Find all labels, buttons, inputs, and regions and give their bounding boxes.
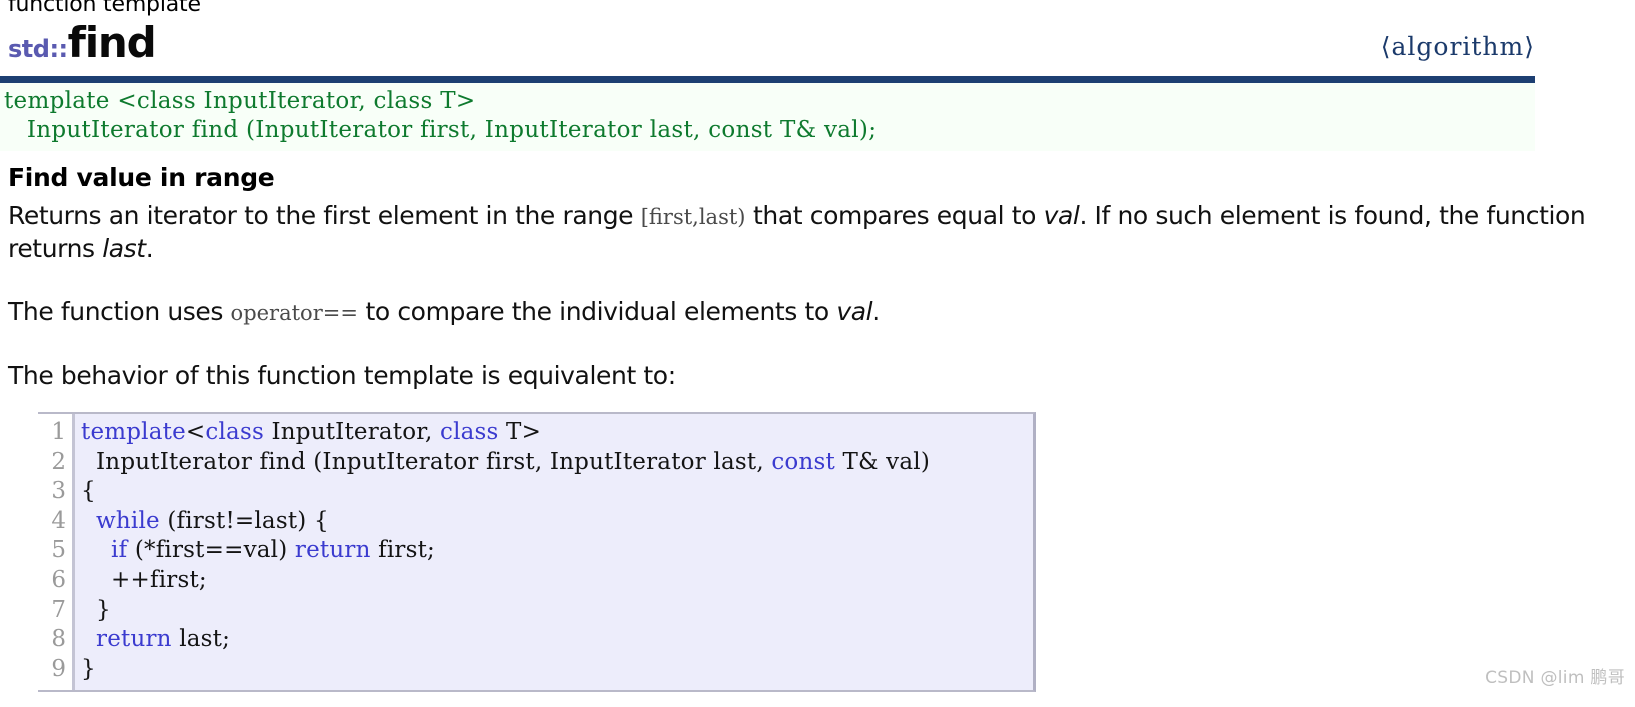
section-title: Find value in range <box>8 163 275 192</box>
para1-text-1: Returns an iterator to the first element… <box>8 201 641 230</box>
para1-emphasis-last: last <box>102 234 146 263</box>
para2-text-1: The function uses <box>8 297 231 326</box>
para2-inline-code-operator: operator== <box>230 301 358 325</box>
code-text: InputIterator find (InputIterator first,… <box>81 448 772 475</box>
code-line: InputIterator find (InputIterator first,… <box>81 449 930 475</box>
para2-text-2: to compare the individual elements to <box>357 297 837 326</box>
para1-inline-code-range: [first,last) <box>640 205 746 229</box>
function-signature-block: template <class InputIterator, class T> … <box>0 83 1535 151</box>
namespace-label: std:: <box>8 35 68 63</box>
code-keyword: class <box>205 419 264 445</box>
code-line: } <box>81 597 111 623</box>
title-row: std::find ⟨algorithm⟩ <box>8 18 1627 68</box>
code-sample-block: 1 2 3 4 5 6 7 8 9 template<class InputIt… <box>38 412 1036 693</box>
code-sample-text[interactable]: template<class InputIterator, class T> I… <box>75 414 1033 690</box>
description-paragraph-1: Returns an iterator to the first element… <box>8 200 1627 265</box>
watermark-label: CSDN @lim 鹏哥 <box>1485 668 1625 689</box>
code-line: { <box>81 478 96 504</box>
header-divider <box>0 76 1535 83</box>
description-paragraph-2: The function uses operator== to compare … <box>8 296 1627 329</box>
function-name-label: find <box>67 18 157 67</box>
code-text: (first!=last) { <box>159 507 329 534</box>
code-line: while (first!=last) { <box>81 508 329 534</box>
code-keyword: return <box>294 537 371 564</box>
code-line-numbers: 1 2 3 4 5 6 7 8 9 <box>38 414 75 691</box>
para2-text-3: . <box>872 297 880 326</box>
page-content: Find value in range Returns an iterator … <box>0 163 1635 693</box>
code-text: ++first; <box>81 566 207 593</box>
code-line: template<class InputIterator, class T> <box>81 419 541 445</box>
code-keyword: while <box>96 507 160 534</box>
code-keyword: template <box>81 419 186 445</box>
code-text: first; <box>370 537 435 564</box>
code-text: } <box>81 655 96 682</box>
code-keyword: if <box>111 537 128 564</box>
code-text: T& val) <box>834 448 931 475</box>
code-text: InputIterator, <box>263 419 440 445</box>
code-text: (*first==val) <box>127 537 295 564</box>
code-line: if (*first==val) return first; <box>81 537 435 563</box>
code-text: { <box>81 478 96 505</box>
page-header: function template std::find ⟨algorithm⟩ <box>0 0 1635 76</box>
header-file-label: ⟨algorithm⟩ <box>1380 32 1535 61</box>
signature-line-1: template <class InputIterator, class T> <box>4 88 476 114</box>
description-paragraph-3: The behavior of this function template i… <box>8 361 676 390</box>
para1-text-2: that compares equal to <box>745 201 1044 230</box>
para1-text-4: . <box>145 234 154 263</box>
code-text: last; <box>171 626 231 653</box>
page-title: std::find <box>8 18 157 67</box>
code-keyword: return <box>96 626 172 653</box>
kicker-label: function template <box>8 0 201 17</box>
code-text: < <box>185 419 206 445</box>
code-line: ++first; <box>81 567 207 593</box>
code-line: return last; <box>81 626 230 652</box>
code-text: T> <box>498 419 542 445</box>
code-line: } <box>81 656 96 682</box>
signature-line-2: InputIterator find (InputIterator first,… <box>4 117 877 143</box>
code-keyword: const <box>771 448 835 475</box>
code-text: } <box>81 596 111 623</box>
para2-emphasis-val: val <box>836 297 873 326</box>
code-keyword: class <box>439 419 499 445</box>
para1-emphasis-val: val <box>1043 201 1080 230</box>
reference-page: function template std::find ⟨algorithm⟩ … <box>0 0 1635 693</box>
